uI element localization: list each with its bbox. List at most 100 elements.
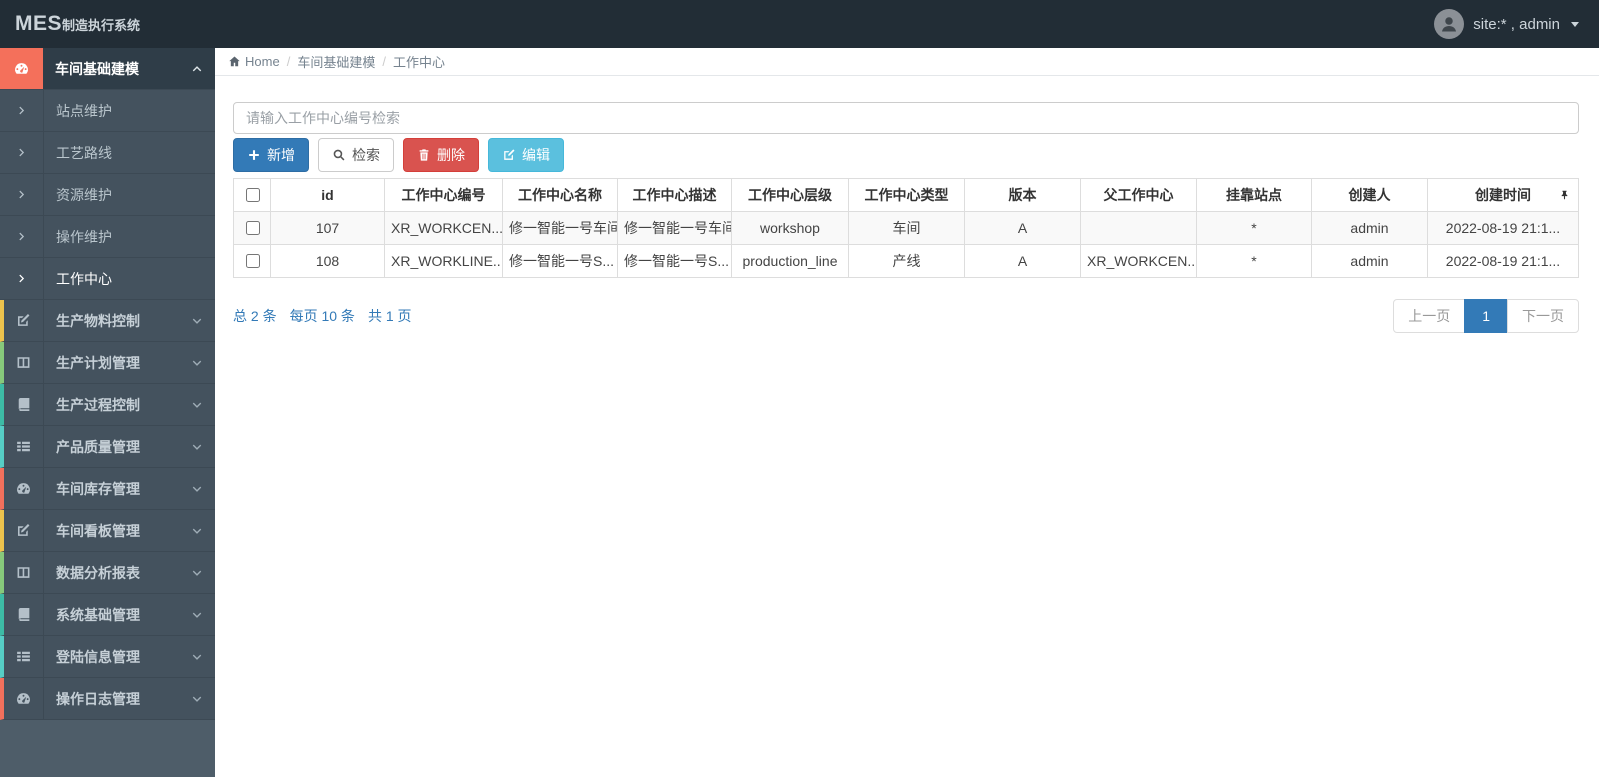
column-header-station: 挂靠站点	[1196, 178, 1312, 212]
list-icon	[4, 426, 43, 467]
column-header-code: 工作中心编号	[384, 178, 503, 212]
sidebar-item-workshop-inventory-management[interactable]: 车间库存管理	[0, 468, 215, 510]
search-input[interactable]	[233, 102, 1579, 134]
sidebar-item-production-process-control[interactable]: 生产过程控制	[0, 384, 215, 426]
columns-icon	[4, 552, 43, 593]
cell-parent: XR_WORKCEN...	[1080, 244, 1197, 278]
edit-icon	[4, 300, 43, 341]
table-header-row: id 工作中心编号 工作中心名称 工作中心描述 工作中心层级 工作中心类型 版本…	[233, 178, 1579, 212]
breadcrumb-home[interactable]: Home	[228, 54, 280, 69]
cell-version: A	[964, 244, 1081, 278]
chevron-down-icon	[191, 651, 203, 663]
sidebar-item-label: 工艺路线	[56, 144, 112, 161]
pagination: 上一页 1 下一页	[1393, 299, 1579, 333]
avatar	[1434, 9, 1465, 39]
column-header-parent: 父工作中心	[1080, 178, 1197, 212]
main-area: Home / 车间基础建模 / 工作中心 新增	[215, 48, 1599, 777]
column-header-type: 工作中心类型	[848, 178, 965, 212]
column-header-level: 工作中心层级	[731, 178, 849, 212]
cell-type: 产线	[848, 244, 965, 278]
column-header-version: 版本	[964, 178, 1081, 212]
table-row[interactable]: 108 XR_WORKLINE... 修一智能一号S... 修一智能一号S...…	[233, 244, 1579, 278]
logo-text-primary: MES	[15, 12, 63, 35]
row-checkbox[interactable]	[245, 221, 260, 235]
search-button[interactable]: 检索	[318, 138, 394, 172]
caret-down-icon	[1571, 21, 1579, 27]
breadcrumb-workshop-modeling[interactable]: 车间基础建模	[297, 52, 375, 71]
sidebar-item-label: 生产物料控制	[56, 312, 140, 329]
app-logo[interactable]: MES 制造执行系统	[15, 12, 140, 36]
column-header-creator: 创建人	[1311, 178, 1428, 212]
search-icon	[332, 148, 346, 162]
total-count-label[interactable]: 总 2 条	[233, 306, 277, 326]
sidebar-item-product-quality-management[interactable]: 产品质量管理	[0, 426, 215, 468]
chevron-down-icon	[191, 609, 203, 621]
book-icon	[4, 594, 43, 635]
page-1-button[interactable]: 1	[1464, 299, 1508, 333]
body-row: 车间基础建模 站点维护 工艺路线 资源维护 操作维护 工作中心 生产物料控制 生…	[0, 48, 1599, 777]
sidebar: 车间基础建模 站点维护 工艺路线 资源维护 操作维护 工作中心 生产物料控制 生…	[0, 48, 215, 777]
page-total-label[interactable]: 共 1 页	[368, 306, 412, 326]
sidebar-item-work-center[interactable]: 工作中心	[0, 258, 215, 300]
sidebar-item-site-maintenance[interactable]: 站点维护	[0, 90, 215, 132]
row-checkbox[interactable]	[245, 254, 260, 268]
table-row[interactable]: 107 XR_WORKCEN... 修一智能一号车间 修一智能一号车间 work…	[233, 211, 1579, 245]
page-size-label[interactable]: 每页 10 条	[290, 306, 355, 326]
cell-level: production_line	[731, 244, 849, 278]
column-header-name: 工作中心名称	[502, 178, 618, 212]
sidebar-item-operation-maintenance[interactable]: 操作维护	[0, 216, 215, 258]
breadcrumb-separator: /	[286, 54, 291, 69]
user-icon	[1439, 14, 1459, 34]
sidebar-item-label: 工作中心	[56, 270, 112, 287]
next-page-button[interactable]: 下一页	[1507, 299, 1579, 333]
breadcrumb: Home / 车间基础建模 / 工作中心	[215, 48, 1599, 76]
sidebar-group-workshop-modeling[interactable]: 车间基础建模	[0, 48, 215, 90]
cell-id: 108	[270, 244, 385, 278]
sidebar-item-system-basic-management[interactable]: 系统基础管理	[0, 594, 215, 636]
sidebar-item-label: 生产计划管理	[56, 354, 140, 371]
cell-station: *	[1196, 244, 1312, 278]
add-button[interactable]: 新增	[233, 138, 309, 172]
sidebar-item-data-analysis-reports[interactable]: 数据分析报表	[0, 552, 215, 594]
list-icon	[4, 636, 43, 677]
sidebar-item-production-plan-management[interactable]: 生产计划管理	[0, 342, 215, 384]
user-menu[interactable]: site:* , admin	[1434, 9, 1579, 39]
sidebar-item-resource-maintenance[interactable]: 资源维护	[0, 174, 215, 216]
breadcrumb-home-label: Home	[245, 54, 280, 69]
select-all-cell	[233, 178, 271, 212]
gauge-icon	[4, 678, 43, 719]
sidebar-item-operation-log-management[interactable]: 操作日志管理	[0, 678, 215, 720]
delete-button[interactable]: 删除	[403, 138, 479, 172]
book-icon	[4, 384, 43, 425]
chevron-down-icon	[191, 483, 203, 495]
sidebar-item-workshop-kanban-management[interactable]: 车间看板管理	[0, 510, 215, 552]
sidebar-item-production-material-control[interactable]: 生产物料控制	[0, 300, 215, 342]
pin-icon[interactable]	[1559, 190, 1570, 201]
cell-parent	[1080, 211, 1197, 245]
sidebar-item-label: 车间看板管理	[56, 522, 140, 539]
cell-code: XR_WORKCEN...	[384, 211, 503, 245]
cell-creator: admin	[1311, 244, 1428, 278]
chevron-down-icon	[191, 315, 203, 327]
chevron-right-icon	[0, 90, 43, 131]
user-label: site:* , admin	[1473, 15, 1560, 33]
sidebar-item-login-info-management[interactable]: 登陆信息管理	[0, 636, 215, 678]
sidebar-item-label: 资源维护	[56, 186, 112, 203]
sidebar-group-label: 车间基础建模	[55, 60, 139, 77]
toolbar: 新增 检索 删除 编辑	[233, 138, 1579, 172]
cell-create-time: 2022-08-19 21:1...	[1427, 211, 1579, 245]
content: 新增 检索 删除 编辑	[215, 76, 1599, 333]
top-navbar: MES 制造执行系统 site:* , admin	[0, 0, 1599, 48]
sidebar-item-label: 操作维护	[56, 228, 112, 245]
mes-app: MES 制造执行系统 site:* , admin 车间基础建模 站点维护 工艺…	[0, 0, 1599, 777]
cell-description: 修一智能一号S...	[617, 244, 732, 278]
prev-page-button[interactable]: 上一页	[1393, 299, 1466, 333]
cell-name: 修一智能一号S...	[502, 244, 618, 278]
edit-button[interactable]: 编辑	[488, 138, 564, 172]
column-header-create-time: 创建时间	[1427, 178, 1579, 212]
logo-text-secondary: 制造执行系统	[62, 18, 141, 33]
cell-version: A	[964, 211, 1081, 245]
select-all-checkbox[interactable]	[245, 188, 260, 202]
sidebar-item-process-route[interactable]: 工艺路线	[0, 132, 215, 174]
chevron-down-icon	[191, 357, 203, 369]
